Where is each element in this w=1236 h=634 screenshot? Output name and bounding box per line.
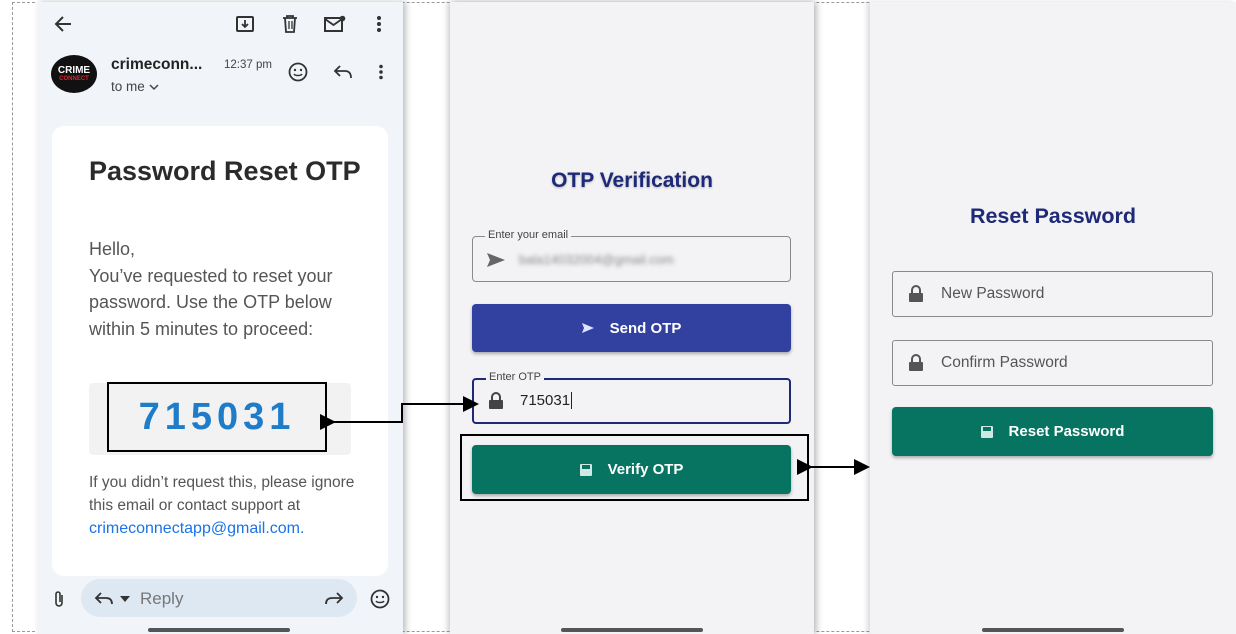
otp-to-input-arrow xyxy=(320,396,479,430)
flow-arrows xyxy=(320,396,870,475)
